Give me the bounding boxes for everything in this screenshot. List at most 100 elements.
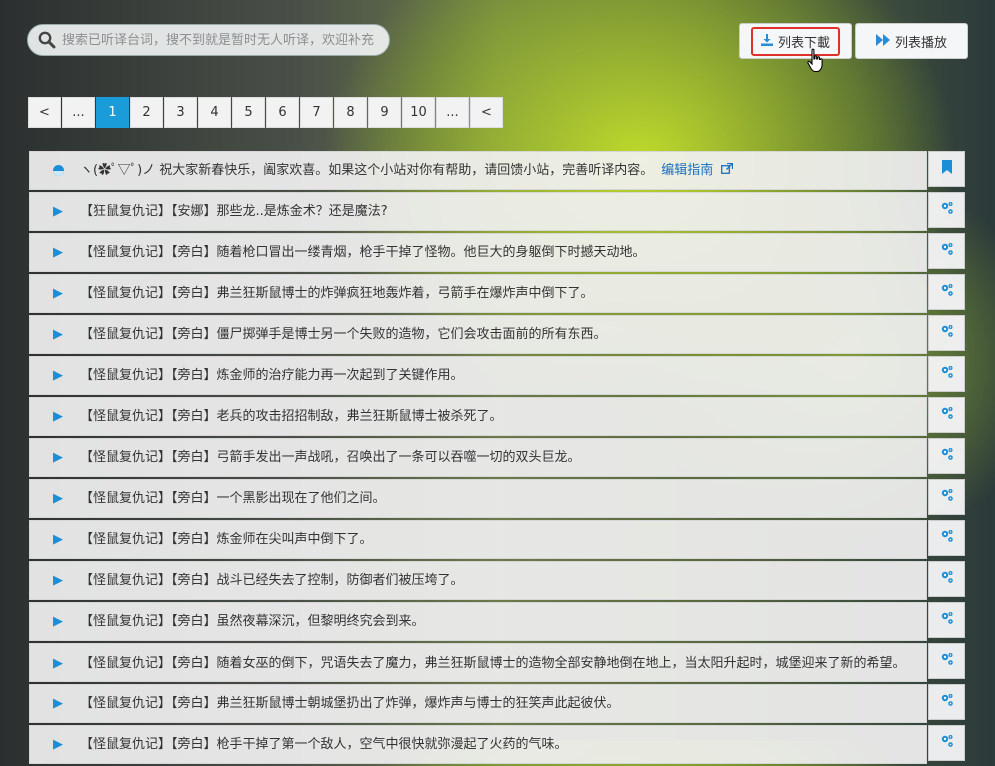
list-item-content: ▶ 【怪鼠复仇记】【旁白】老兵的攻击招招制敌，弗兰狂斯鼠博士被杀死了。 xyxy=(29,397,927,436)
cogs-icon xyxy=(939,733,955,753)
play-icon[interactable]: ▶ xyxy=(53,366,71,385)
search-box[interactable] xyxy=(27,24,390,56)
list-item-settings-button[interactable] xyxy=(928,233,965,269)
list-item: ▶ 【怪鼠复仇记】【旁白】炼金师在尖叫声中倒下了。 xyxy=(29,520,966,559)
list-item-text: 【怪鼠复仇记】【旁白】随着枪口冒出一缕青烟，枪手干掉了怪物。他巨大的身躯倒下时撼… xyxy=(80,245,646,260)
list-item: ▶ 【怪鼠复仇记】【旁白】弗兰狂斯鼠博士的炸弹疯狂地轰炸着，弓箭手在爆炸声中倒下了… xyxy=(29,274,966,313)
page-2[interactable]: 2 xyxy=(130,97,163,128)
list-item-settings-button[interactable] xyxy=(928,684,965,720)
cogs-icon xyxy=(939,282,955,302)
play-icon[interactable]: ▶ xyxy=(53,694,71,713)
list-item-text: 【狂鼠复仇记】【安娜】那些龙..是炼金术？还是魔法? xyxy=(80,204,388,219)
list-item-settings-button[interactable] xyxy=(928,643,965,679)
page-1[interactable]: 1 xyxy=(96,97,129,128)
list-item-text: 【怪鼠复仇记】【旁白】战斗已经失去了控制，防御者们被压垮了。 xyxy=(80,573,464,588)
list-item: ▶ 【怪鼠复仇记】【旁白】弓箭手发出一声战吼，召唤出了一条可以吞噬一切的双头巨龙。 xyxy=(29,438,966,477)
play-icon[interactable]: ▶ xyxy=(53,243,71,262)
list-item: ▶ 【怪鼠复仇记】【旁白】一个黑影出现在了他们之间。 xyxy=(29,479,966,518)
list-item-text: 【怪鼠复仇记】【旁白】弗兰狂斯鼠博士的炸弹疯狂地轰炸着，弓箭手在爆炸声中倒下了。 xyxy=(80,286,594,301)
page-prev[interactable]: < xyxy=(28,97,61,128)
play-icon[interactable]: ▶ xyxy=(53,654,71,673)
play-icon[interactable]: ▶ xyxy=(53,489,71,508)
play-icon[interactable]: ▶ xyxy=(53,612,71,631)
list-item: ▶ 【怪鼠复仇记】【旁白】随着枪口冒出一缕青烟，枪手干掉了怪物。他巨大的身躯倒下时… xyxy=(29,233,966,272)
info-icon xyxy=(53,165,64,176)
fast-forward-icon xyxy=(875,33,890,49)
list-item-content: ▶ 【怪鼠复仇记】【旁白】炼金师在尖叫声中倒下了。 xyxy=(29,520,927,559)
list-item-settings-button[interactable] xyxy=(928,725,965,761)
list-item-content: ▶ 【怪鼠复仇记】【旁白】弗兰狂斯鼠博士朝城堡扔出了炸弹，爆炸声与博士的狂笑声此起… xyxy=(29,684,927,723)
list-download-button[interactable]: 列表下載 xyxy=(739,23,852,59)
play-icon[interactable]: ▶ xyxy=(53,735,71,754)
search-input[interactable] xyxy=(62,32,382,48)
cogs-icon xyxy=(939,528,955,548)
page-next[interactable]: < xyxy=(470,97,503,128)
voice-line-list: ヽ(✿ﾟ▽ﾟ)ノ 祝大家新春快乐，阖家欢喜。如果这个小站对你有帮助，请回馈小站，… xyxy=(29,151,966,766)
list-item: ▶ 【怪鼠复仇记】【旁白】弗兰狂斯鼠博士朝城堡扔出了炸弹，爆炸声与博士的狂笑声此起… xyxy=(29,684,966,723)
page-8[interactable]: 8 xyxy=(334,97,367,128)
list-item-settings-button[interactable] xyxy=(928,520,965,556)
list-item: ▶ 【怪鼠复仇记】【旁白】僵尸掷弹手是博士另一个失败的造物，它们会攻击面前的所有东… xyxy=(29,315,966,354)
list-item-content: ▶ 【怪鼠复仇记】【旁白】一个黑影出现在了他们之间。 xyxy=(29,479,927,518)
play-icon[interactable]: ▶ xyxy=(53,530,71,549)
list-item-settings-button[interactable] xyxy=(928,192,965,228)
cogs-icon xyxy=(939,446,955,466)
list-item-settings-button[interactable] xyxy=(928,602,965,638)
page-ellipsis-right[interactable]: ... xyxy=(436,97,469,128)
pagination: < ... 1 2 3 4 5 6 7 8 9 10 ... < xyxy=(28,97,504,128)
notice-row: ヽ(✿ﾟ▽ﾟ)ノ 祝大家新春快乐，阖家欢喜。如果这个小站对你有帮助，请回馈小站，… xyxy=(29,151,966,190)
list-item-text: 【怪鼠复仇记】【旁白】弓箭手发出一声战吼，召唤出了一条可以吞噬一切的双头巨龙。 xyxy=(80,450,581,465)
page-3[interactable]: 3 xyxy=(164,97,197,128)
list-item-settings-button[interactable] xyxy=(928,479,965,515)
list-item: ▶ 【狂鼠复仇记】【安娜】那些龙..是炼金术？还是魔法? xyxy=(29,192,966,231)
list-item-text: 【怪鼠复仇记】【旁白】弗兰狂斯鼠博士朝城堡扔出了炸弹，爆炸声与博士的狂笑声此起彼… xyxy=(80,696,620,711)
list-item-content: ▶ 【怪鼠复仇记】【旁白】随着枪口冒出一缕青烟，枪手干掉了怪物。他巨大的身躯倒下时… xyxy=(29,233,927,272)
list-item: ▶ 【怪鼠复仇记】【旁白】枪手干掉了第一个敌人，空气中很快就弥漫起了火药的气味。 xyxy=(29,725,966,764)
list-play-button[interactable]: 列表播放 xyxy=(855,23,968,59)
list-item-settings-button[interactable] xyxy=(928,356,965,392)
page-4[interactable]: 4 xyxy=(198,97,231,128)
page-7[interactable]: 7 xyxy=(300,97,333,128)
list-item-text: 【怪鼠复仇记】【旁白】一个黑影出现在了他们之间。 xyxy=(80,491,386,506)
list-item-settings-button[interactable] xyxy=(928,397,965,433)
play-icon[interactable]: ▶ xyxy=(53,284,71,303)
list-item-text: 【怪鼠复仇记】【旁白】僵尸掷弹手是博士另一个失败的造物，它们会攻击面前的所有东西… xyxy=(80,327,607,342)
page-5[interactable]: 5 xyxy=(232,97,265,128)
list-item-content: ▶ 【怪鼠复仇记】【旁白】弗兰狂斯鼠博士的炸弹疯狂地轰炸着，弓箭手在爆炸声中倒下了… xyxy=(29,274,927,313)
cogs-icon xyxy=(939,487,955,507)
edit-guide-link[interactable]: 编辑指南 xyxy=(661,163,713,178)
hand-cursor-icon xyxy=(806,48,826,74)
list-item-settings-button[interactable] xyxy=(928,438,965,474)
list-item-content: ▶ 【怪鼠复仇记】【旁白】炼金师的治疗能力再一次起到了关键作用。 xyxy=(29,356,927,395)
bookmark-button[interactable] xyxy=(928,151,965,187)
cogs-icon xyxy=(939,651,955,671)
bookmark-icon xyxy=(939,159,955,179)
play-icon[interactable]: ▶ xyxy=(53,202,71,221)
list-item-text: 【怪鼠复仇记】【旁白】炼金师的治疗能力再一次起到了关键作用。 xyxy=(80,368,464,383)
list-item-settings-button[interactable] xyxy=(928,561,965,597)
cogs-icon xyxy=(939,405,955,425)
page-ellipsis-left[interactable]: ... xyxy=(62,97,95,128)
cogs-icon xyxy=(939,610,955,630)
page-6[interactable]: 6 xyxy=(266,97,299,128)
notice-text: ヽ(✿ﾟ▽ﾟ)ノ 祝大家新春快乐，阖家欢喜。如果这个小站对你有帮助，请回馈小站，… xyxy=(80,163,654,178)
list-item-text: 【怪鼠复仇记】【旁白】枪手干掉了第一个敌人，空气中很快就弥漫起了火药的气味。 xyxy=(80,737,568,752)
cogs-icon xyxy=(939,569,955,589)
search-icon xyxy=(38,31,56,49)
list-item-content: ▶ 【怪鼠复仇记】【旁白】僵尸掷弹手是博士另一个失败的造物，它们会攻击面前的所有东… xyxy=(29,315,927,354)
play-icon[interactable]: ▶ xyxy=(53,571,71,590)
list-item: ▶ 【怪鼠复仇记】【旁白】虽然夜幕深沉，但黎明终究会到来。 xyxy=(29,602,966,641)
list-item: ▶ 【怪鼠复仇记】【旁白】炼金师的治疗能力再一次起到了关键作用。 xyxy=(29,356,966,395)
cogs-icon xyxy=(939,364,955,384)
play-icon[interactable]: ▶ xyxy=(53,407,71,426)
list-item-text: 【怪鼠复仇记】【旁白】虽然夜幕深沉，但黎明终究会到来。 xyxy=(80,614,425,629)
page-9[interactable]: 9 xyxy=(368,97,401,128)
play-icon[interactable]: ▶ xyxy=(53,448,71,467)
page-10[interactable]: 10 xyxy=(402,97,435,128)
list-item-settings-button[interactable] xyxy=(928,274,965,310)
list-item-content: ▶ 【狂鼠复仇记】【安娜】那些龙..是炼金术？还是魔法? xyxy=(29,192,927,231)
play-icon[interactable]: ▶ xyxy=(53,325,71,344)
list-item: ▶ 【怪鼠复仇记】【旁白】战斗已经失去了控制，防御者们被压垮了。 xyxy=(29,561,966,600)
notice-content: ヽ(✿ﾟ▽ﾟ)ノ 祝大家新春快乐，阖家欢喜。如果这个小站对你有帮助，请回馈小站，… xyxy=(29,151,927,190)
list-item-settings-button[interactable] xyxy=(928,315,965,351)
